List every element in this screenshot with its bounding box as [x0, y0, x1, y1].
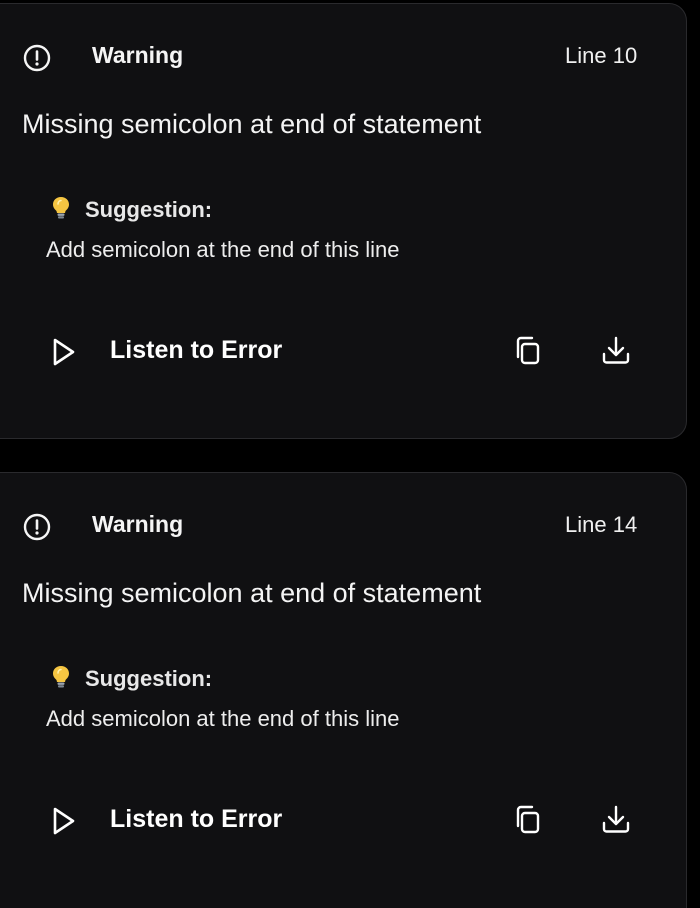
listen-label: Listen to Error	[110, 336, 283, 364]
download-icon	[602, 336, 630, 364]
copy-button[interactable]	[510, 333, 546, 369]
copy-icon	[516, 336, 540, 365]
error-message: Missing semicolon at end of statement	[22, 578, 482, 608]
line-number: Line 14	[565, 512, 638, 537]
line-number: Line 10	[565, 43, 638, 68]
error-card: Warning Line 14 Missing semicolon at end…	[0, 472, 687, 908]
play-icon	[51, 337, 77, 367]
play-icon	[51, 806, 77, 836]
error-card: Warning Line 10 Missing semicolon at end…	[0, 3, 687, 439]
alert-circle-icon	[23, 44, 51, 72]
error-list: Warning Line 10 Missing semicolon at end…	[0, 0, 700, 908]
listen-label: Listen to Error	[110, 805, 283, 833]
suggestion-text: Add semicolon at the end of this line	[46, 706, 400, 731]
listen-to-error-button[interactable]: Listen to Error	[43, 801, 313, 841]
alert-circle-icon	[23, 513, 51, 541]
suggestion-label: Suggestion:	[85, 197, 213, 222]
copy-icon	[516, 805, 540, 834]
lightbulb-icon	[50, 664, 72, 690]
lightbulb-icon	[50, 195, 72, 221]
suggestion-text: Add semicolon at the end of this line	[46, 237, 400, 262]
error-message: Missing semicolon at end of statement	[22, 109, 482, 139]
copy-button[interactable]	[510, 802, 546, 838]
suggestion-label: Suggestion:	[85, 666, 213, 691]
download-icon	[602, 805, 630, 833]
download-button[interactable]	[598, 333, 634, 369]
severity-label: Warning	[92, 42, 184, 68]
listen-to-error-button[interactable]: Listen to Error	[43, 332, 313, 372]
download-button[interactable]	[598, 802, 634, 838]
severity-label: Warning	[92, 511, 184, 537]
